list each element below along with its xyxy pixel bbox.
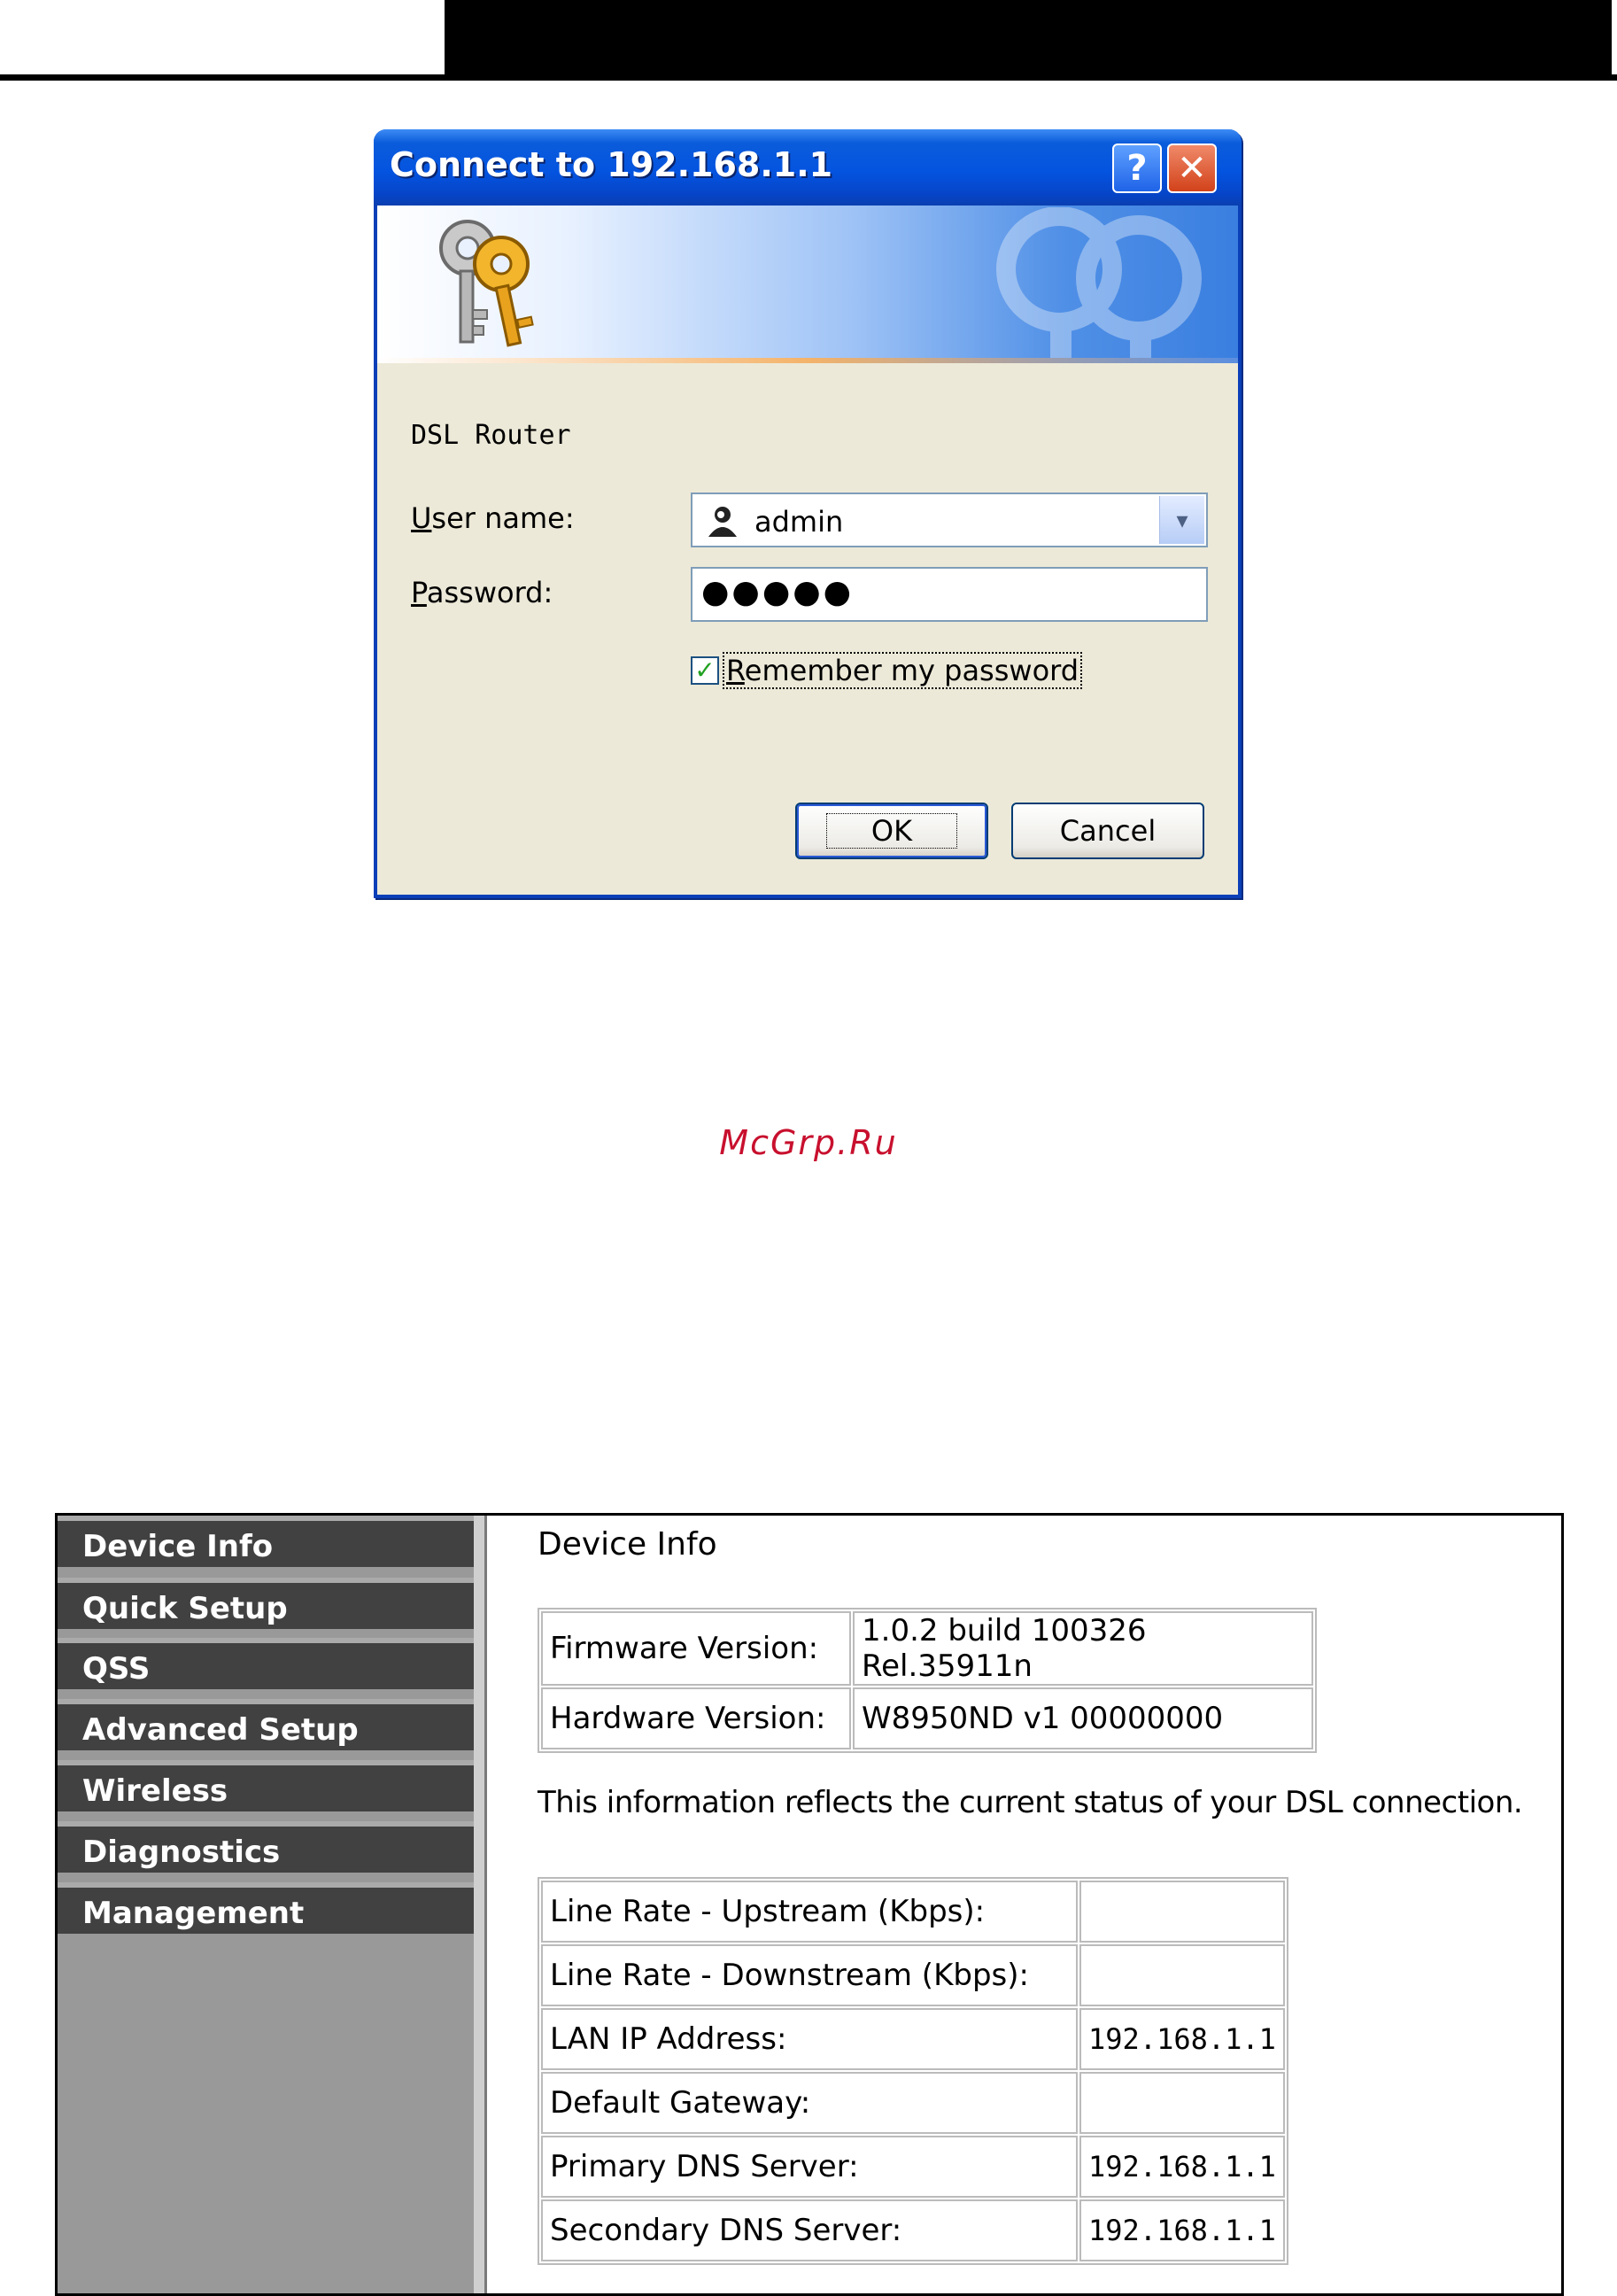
password-field[interactable]: ●●●●●: [691, 567, 1208, 622]
ok-button[interactable]: OK: [795, 803, 988, 859]
sidebar-item-quick-setup[interactable]: Quick Setup: [58, 1578, 474, 1629]
downstream-rate-value: [1079, 1944, 1285, 2006]
remember-label-accel: R: [726, 654, 745, 687]
router-web-panel: Device Info Quick Setup QSS Advanced Set…: [55, 1513, 1564, 2296]
secondary-dns-value: 192.168.1.1: [1079, 2199, 1285, 2261]
table-row: Line Rate - Downstream (Kbps):: [541, 1944, 1285, 2006]
hardware-version-value: W8950ND v1 00000000: [853, 1687, 1313, 1749]
primary-dns-value: 192.168.1.1: [1079, 2136, 1285, 2198]
sidebar-item-wireless[interactable]: Wireless: [58, 1760, 474, 1811]
cancel-button[interactable]: Cancel: [1011, 803, 1204, 859]
downstream-rate-label: Line Rate - Downstream (Kbps):: [541, 1944, 1078, 2006]
password-label: Password:: [411, 576, 553, 609]
realm-text: DSL Router: [411, 420, 571, 451]
table-row: LAN IP Address: 192.168.1.1: [541, 2008, 1285, 2070]
user-icon: [708, 507, 737, 537]
sidebar-item-management[interactable]: Management: [58, 1882, 474, 1934]
watermark-text: McGrp.Ru: [719, 1123, 898, 1162]
keys-icon: [439, 220, 534, 347]
main-content: Device Info Firmware Version: 1.0.2 buil…: [484, 1516, 1561, 2293]
password-label-text: assword:: [426, 576, 553, 609]
banner-divider: [377, 358, 1238, 363]
page-title: Device Info: [538, 1526, 717, 1563]
table-row: Default Gateway:: [541, 2072, 1285, 2134]
upstream-rate-label: Line Rate - Upstream (Kbps):: [541, 1881, 1078, 1943]
primary-dns-label: Primary DNS Server:: [541, 2136, 1078, 2198]
remember-label[interactable]: Remember my password: [723, 652, 1083, 689]
remember-checkbox[interactable]: ✓: [691, 656, 719, 685]
page-header-rule: [0, 74, 1617, 81]
login-dialog: Connect to 192.168.1.1 ? ✕ DSL Router Us…: [374, 129, 1242, 898]
table-row: Hardware Version: W8950ND v1 00000000: [541, 1687, 1313, 1749]
close-button[interactable]: ✕: [1167, 144, 1217, 193]
version-table: Firmware Version: 1.0.2 build 100326 Rel…: [538, 1608, 1317, 1753]
ok-button-label: OK: [825, 813, 958, 849]
dialog-title: Connect to 192.168.1.1: [390, 145, 833, 184]
lan-ip-label: LAN IP Address:: [541, 2008, 1078, 2070]
help-button[interactable]: ?: [1112, 144, 1162, 193]
remember-password-row[interactable]: ✓ Remember my password: [691, 652, 1083, 689]
table-row: Line Rate - Upstream (Kbps):: [541, 1881, 1285, 1943]
status-table: Line Rate - Upstream (Kbps): Line Rate -…: [538, 1877, 1288, 2265]
table-row: Primary DNS Server: 192.168.1.1: [541, 2136, 1285, 2198]
default-gateway-value: [1079, 2072, 1285, 2134]
checkmark-icon: ✓: [694, 656, 716, 684]
dialog-titlebar[interactable]: Connect to 192.168.1.1 ? ✕: [374, 129, 1242, 206]
username-label-accel: U: [411, 501, 432, 535]
default-gateway-label: Default Gateway:: [541, 2072, 1078, 2134]
page-header-bar: [445, 0, 1612, 74]
sidebar-item-device-info[interactable]: Device Info: [58, 1516, 474, 1567]
table-row: Firmware Version: 1.0.2 build 100326 Rel…: [541, 1611, 1313, 1686]
username-value: admin: [754, 505, 844, 539]
lan-ip-value: 192.168.1.1: [1079, 2008, 1285, 2070]
username-label: User name:: [411, 501, 575, 535]
dialog-banner: [377, 206, 1238, 358]
username-combobox[interactable]: admin ▾: [691, 493, 1208, 547]
keys-watermark-icon: [996, 207, 1202, 358]
remember-label-text: emember my password: [744, 654, 1079, 687]
table-row: Secondary DNS Server: 192.168.1.1: [541, 2199, 1285, 2261]
password-label-accel: P: [411, 576, 427, 609]
chevron-down-icon[interactable]: ▾: [1159, 496, 1204, 544]
password-value: ●●●●●: [701, 574, 855, 610]
secondary-dns-label: Secondary DNS Server:: [541, 2199, 1078, 2261]
firmware-version-value: 1.0.2 build 100326 Rel.35911n: [853, 1611, 1313, 1686]
sidebar-item-qss[interactable]: QSS: [58, 1638, 474, 1689]
sidebar: Device Info Quick Setup QSS Advanced Set…: [58, 1516, 484, 2293]
status-description: This information reflects the current st…: [538, 1785, 1523, 1820]
sidebar-item-advanced-setup[interactable]: Advanced Setup: [58, 1699, 474, 1750]
hardware-version-label: Hardware Version:: [541, 1687, 851, 1749]
firmware-version-label: Firmware Version:: [541, 1611, 851, 1686]
upstream-rate-value: [1079, 1881, 1285, 1943]
sidebar-item-diagnostics[interactable]: Diagnostics: [58, 1821, 474, 1873]
username-label-text: ser name:: [431, 501, 575, 535]
